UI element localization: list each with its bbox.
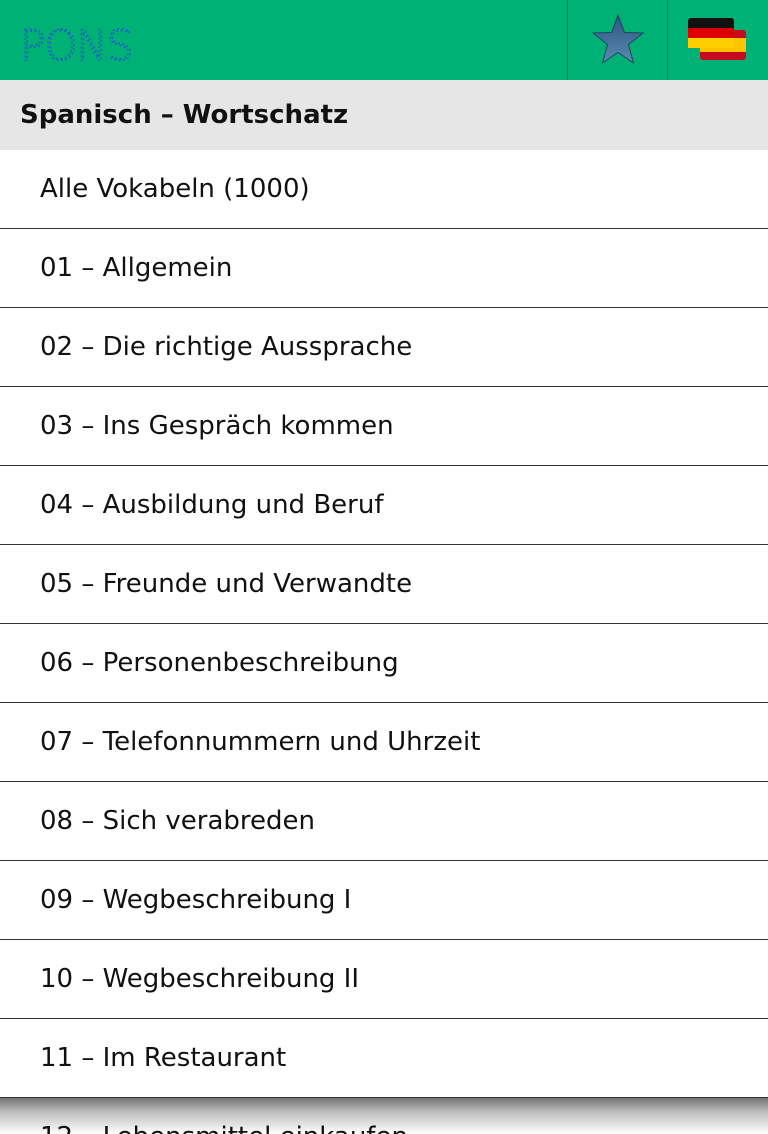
list-item-03[interactable]: 03 – Ins Gespräch kommen [0,387,768,466]
language-switch-button[interactable] [668,0,768,80]
list-item-07[interactable]: 07 – Telefonnummern und Uhrzeit [0,703,768,782]
list-item-label: Alle Vokabeln (1000) [40,174,310,204]
pons-logo-graphic: PONS [19,20,134,71]
list-item-label: 09 – Wegbeschreibung I [40,885,352,915]
top-app-bar: PONS [0,0,768,80]
list-item-label: 03 – Ins Gespräch kommen [40,411,394,441]
page-title: Spanisch – Wortschatz [20,100,349,130]
favorites-button[interactable] [568,0,667,80]
list-item-label: 06 – Personenbeschreibung [40,648,399,678]
vocabulary-list: Alle Vokabeln (1000) 01 – Allgemein 02 –… [0,150,768,1134]
de-es-flags-icon [688,18,746,60]
list-item-12[interactable]: 12 – Lebensmittel einkaufen [0,1098,768,1134]
list-item-label: 11 – Im Restaurant [40,1043,287,1073]
list-item-10[interactable]: 10 – Wegbeschreibung II [0,940,768,1019]
star-icon [591,13,644,65]
list-item-01[interactable]: 01 – Allgemein [0,229,768,308]
list-item-06[interactable]: 06 – Personenbeschreibung [0,624,768,703]
list-item-05[interactable]: 05 – Freunde und Verwandte [0,545,768,624]
list-item-label: 12 – Lebensmittel einkaufen [40,1122,408,1134]
list-item-label: 10 – Wegbeschreibung II [40,964,360,994]
logo-text: PONS [20,21,132,66]
list-item-04[interactable]: 04 – Ausbildung und Beruf [0,466,768,545]
list-item-11[interactable]: 11 – Im Restaurant [0,1019,768,1098]
list-item-all-vocab[interactable]: Alle Vokabeln (1000) [0,150,768,229]
list-item-label: 08 – Sich verabreden [40,806,315,836]
list-item-09[interactable]: 09 – Wegbeschreibung I [0,861,768,940]
list-item-label: 05 – Freunde und Verwandte [40,569,413,599]
list-item-08[interactable]: 08 – Sich verabreden [0,782,768,861]
app-screen: PONS Spanisch – Wortschatz Alle Vokabeln… [0,0,768,1134]
list-item-label: 04 – Ausbildung und Beruf [40,490,384,520]
list-item-label: 07 – Telefonnummern und Uhrzeit [40,727,481,757]
list-item-label: 02 – Die richtige Aussprache [40,332,413,362]
list-item-label: 01 – Allgemein [40,253,233,283]
section-header: Spanisch – Wortschatz [0,80,768,150]
pons-logo[interactable]: PONS [18,20,142,71]
list-item-02[interactable]: 02 – Die richtige Aussprache [0,308,768,387]
